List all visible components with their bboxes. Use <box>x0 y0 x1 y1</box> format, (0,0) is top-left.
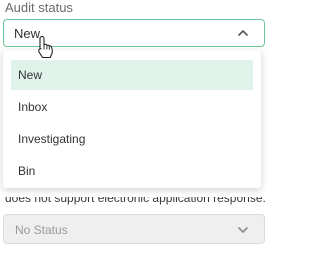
option-new[interactable]: New <box>11 60 253 90</box>
chevron-up-icon[interactable] <box>236 26 250 40</box>
option-inbox[interactable]: Inbox <box>11 92 253 122</box>
audit-status-dropdown-menu: New Inbox Investigating Bin <box>3 50 261 188</box>
hand-pointer-icon <box>38 35 53 59</box>
chevron-down-icon <box>238 227 248 233</box>
background-description-text: does not support electronic application … <box>5 191 266 205</box>
option-bin[interactable]: Bin <box>11 156 253 186</box>
audit-status-field: Audit status New does not support electr… <box>0 0 276 264</box>
option-investigating[interactable]: Investigating <box>11 124 253 154</box>
audit-status-label: Audit status <box>5 0 73 15</box>
background-status-select: No Status <box>3 214 265 244</box>
background-status-value: No Status <box>15 223 68 237</box>
